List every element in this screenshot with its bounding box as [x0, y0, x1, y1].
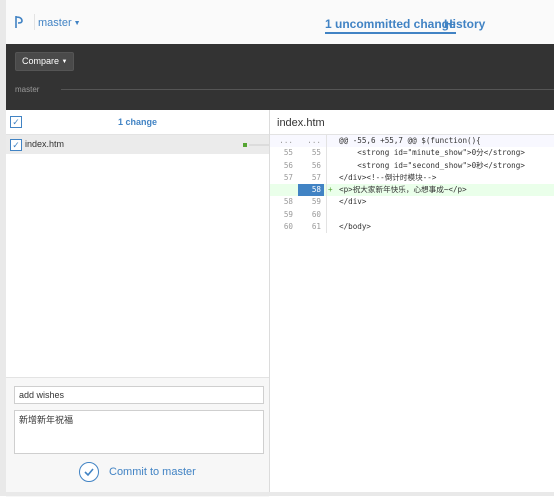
change-count: 1 change	[117, 117, 157, 127]
diff-code: @@ -55,6 +55,7 @@ $(function(){	[339, 136, 481, 145]
diff-pane: index.htm ...... @@ -55,6 +55,7 @@ $(func…	[270, 110, 554, 496]
branch-selector[interactable]: master ▼	[38, 17, 81, 29]
chevron-down-icon: ▼	[73, 20, 81, 27]
branch-graph-line	[61, 89, 554, 90]
new-line-number: ...	[307, 136, 321, 145]
old-line-number: 58	[283, 197, 293, 207]
old-line-number: 55	[283, 148, 293, 158]
gutter-separator	[326, 208, 327, 222]
new-line-number: 57	[311, 172, 321, 182]
diff-code: <p>祝大家新年快乐，心想事成~</p>	[339, 185, 467, 195]
diff-line: 55 55 <strong id="minute_show">0分</strong…	[270, 147, 554, 160]
changed-file-row[interactable]: ✓ index.htm	[6, 135, 269, 154]
commit-summary-input[interactable]	[14, 386, 264, 404]
gutter-separator	[326, 159, 327, 172]
diff-line: 58 59 </div>	[270, 196, 554, 209]
old-line-number: 57	[283, 172, 293, 182]
gutter-separator	[326, 147, 327, 160]
compare-button-label: Compare	[22, 56, 60, 66]
new-line-number: 60	[311, 209, 321, 219]
diff-code: </div><!--倒计时模块-->	[339, 172, 437, 182]
compare-button[interactable]: Compare ▼	[15, 52, 75, 71]
checkmark-icon	[79, 462, 99, 482]
window-bottom-edge	[0, 492, 554, 496]
diff-marker: +	[328, 185, 333, 195]
gutter-separator	[326, 221, 327, 234]
commit-panel: 新增新年祝福 Commit to master	[6, 377, 269, 497]
diff-line: 58 + <p>祝大家新年快乐，心想事成~</p>	[270, 184, 554, 197]
file-checkbox[interactable]: ✓	[10, 139, 22, 151]
tab-history[interactable]: History	[444, 17, 485, 31]
new-line-number: 59	[311, 197, 321, 207]
diff-code: </body>	[339, 222, 372, 232]
chevron-down-icon: ▼	[61, 59, 68, 65]
topbar-divider	[34, 14, 35, 30]
branch-graph-label: master	[15, 85, 40, 94]
old-line-number: 56	[283, 160, 293, 170]
commit-button[interactable]: Commit to master	[79, 462, 209, 484]
added-status-icon	[243, 143, 247, 147]
diff-code: </div>	[339, 197, 367, 207]
diff-view[interactable]: ...... @@ -55,6 +55,7 @@ $(function(){55 5…	[270, 134, 554, 234]
new-line-number: 55	[311, 148, 321, 158]
tab-uncommitted-changes[interactable]: 1 uncommitted change	[325, 17, 456, 34]
old-line-number: 59	[283, 209, 293, 219]
repo-branch-icon	[15, 16, 23, 28]
new-line-number: 58	[298, 184, 324, 197]
old-line-number: 60	[283, 222, 293, 232]
diff-file-title: index.htm	[277, 117, 325, 129]
commit-description-input[interactable]: 新增新年祝福	[14, 410, 264, 454]
gutter-separator	[326, 196, 327, 209]
diff-line: 59 60	[270, 208, 554, 222]
new-line-number: 56	[311, 160, 321, 170]
commit-button-label: Commit to master	[109, 466, 196, 478]
gutter-separator	[326, 184, 327, 197]
gutter-separator	[326, 135, 327, 148]
top-bar: master ▼ 1 uncommitted change History	[6, 0, 554, 44]
branch-toolbar: Compare ▼ master	[6, 44, 554, 110]
diff-line: 60 61 </body>	[270, 221, 554, 234]
diff-line: 57 57 </div><!--倒计时模块-->	[270, 171, 554, 185]
gutter-separator	[326, 171, 327, 185]
diff-code: <strong id="minute_show">0分</strong>	[339, 148, 525, 158]
diff-code: <strong id="second_show">0秒</strong>	[339, 160, 525, 170]
changes-pane: ✓ 1 change ✓ index.htm 新增新年祝福 Commit to …	[6, 110, 270, 497]
diff-line: 56 56 <strong id="second_show">0秒</strong…	[270, 159, 554, 172]
new-line-number: 61	[311, 222, 321, 232]
old-line-number: ...	[279, 136, 293, 145]
diff-line: ...... @@ -55,6 +55,7 @@ $(function(){	[270, 135, 554, 148]
changed-file-name: index.htm	[25, 139, 65, 149]
file-status-bar	[249, 144, 269, 146]
changes-header: ✓ 1 change	[6, 110, 269, 135]
branch-name-label: master	[38, 17, 72, 29]
